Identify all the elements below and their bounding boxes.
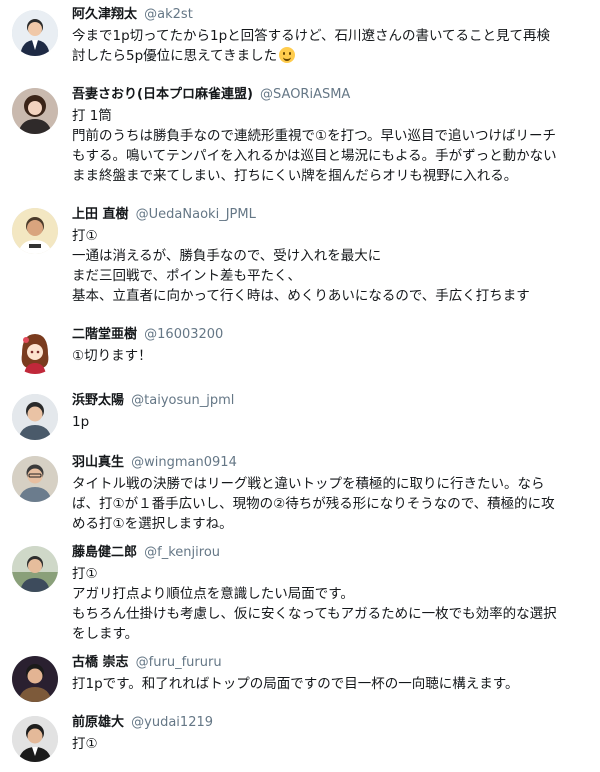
author-name[interactable]: 古橋 崇志 (72, 655, 129, 670)
author-handle[interactable]: @ak2st (144, 7, 193, 22)
tweet-text: 打① アガリ打点より順位点を意識したい局面です。 もちろん仕掛けも考慮し、仮に安… (72, 566, 557, 642)
author-name[interactable]: 浜野太陽 (72, 393, 124, 408)
tweet-text: ①切ります！ (72, 348, 152, 364)
avatar[interactable] (12, 456, 58, 502)
author-name[interactable]: 前原雄大 (72, 715, 124, 730)
author-handle[interactable]: @f_kenjirou (144, 545, 220, 560)
tweet-text: 1p (72, 414, 90, 430)
tweet-text: 打① 一通は消えるが、勝負手なので、受け入れを最大に まだ三回戦で、ポイント差も… (72, 228, 530, 304)
tweet-text: 今まで1p切ってたから1pと回答するけど、石川遼さんの書いてること見て再検 討し… (72, 28, 551, 64)
author-handle[interactable]: @UedaNaoki_JPML (136, 207, 256, 222)
author-name[interactable]: 吾妻さおり(日本プロ麻雀連盟) (72, 87, 253, 102)
author-handle[interactable]: @yudai1219 (131, 715, 213, 730)
author-handle[interactable]: @SAORiASMA (260, 87, 350, 102)
author-name[interactable]: 二階堂亜樹 (72, 327, 137, 342)
author-name[interactable]: 羽山真生 (72, 455, 124, 470)
avatar[interactable] (12, 208, 58, 254)
avatar[interactable] (12, 10, 58, 56)
avatar[interactable] (12, 656, 58, 702)
author-name[interactable]: 阿久津翔太 (72, 7, 137, 22)
avatar[interactable] (12, 328, 58, 374)
tweet-text: 打1pです。和了れればトップの局面ですので目一杯の一向聴に構えます。 (72, 676, 519, 692)
tweet-text: 打① (72, 736, 98, 752)
avatar[interactable] (12, 546, 58, 592)
author-name[interactable]: 上田 直樹 (72, 207, 129, 222)
avatar[interactable] (12, 716, 58, 762)
author-handle[interactable]: @taiyosun_jpml (131, 393, 234, 408)
smiling-face-emoji (279, 47, 296, 63)
tweet-text: 打 1筒 門前のうちは勝負手なので連続形重視で①を打つ。早い巡目で追いつけばリー… (72, 108, 557, 184)
author-handle[interactable]: @wingman0914 (131, 455, 237, 470)
author-handle[interactable]: @16003200 (144, 327, 223, 342)
author-name[interactable]: 藤島健二郎 (72, 545, 137, 560)
tweet-text: タイトル戦の決勝ではリーグ戦と違いトップを積極的に取りに行きたい。なら ば、打①… (72, 476, 555, 532)
author-handle[interactable]: @furu_fururu (136, 655, 222, 670)
avatar[interactable] (12, 394, 58, 440)
avatar[interactable] (12, 88, 58, 134)
tweet-feed: 阿久津翔太 @ak2st 今まで1p切ってたから1pと回答するけど、石川遼さんの… (0, 0, 600, 772)
